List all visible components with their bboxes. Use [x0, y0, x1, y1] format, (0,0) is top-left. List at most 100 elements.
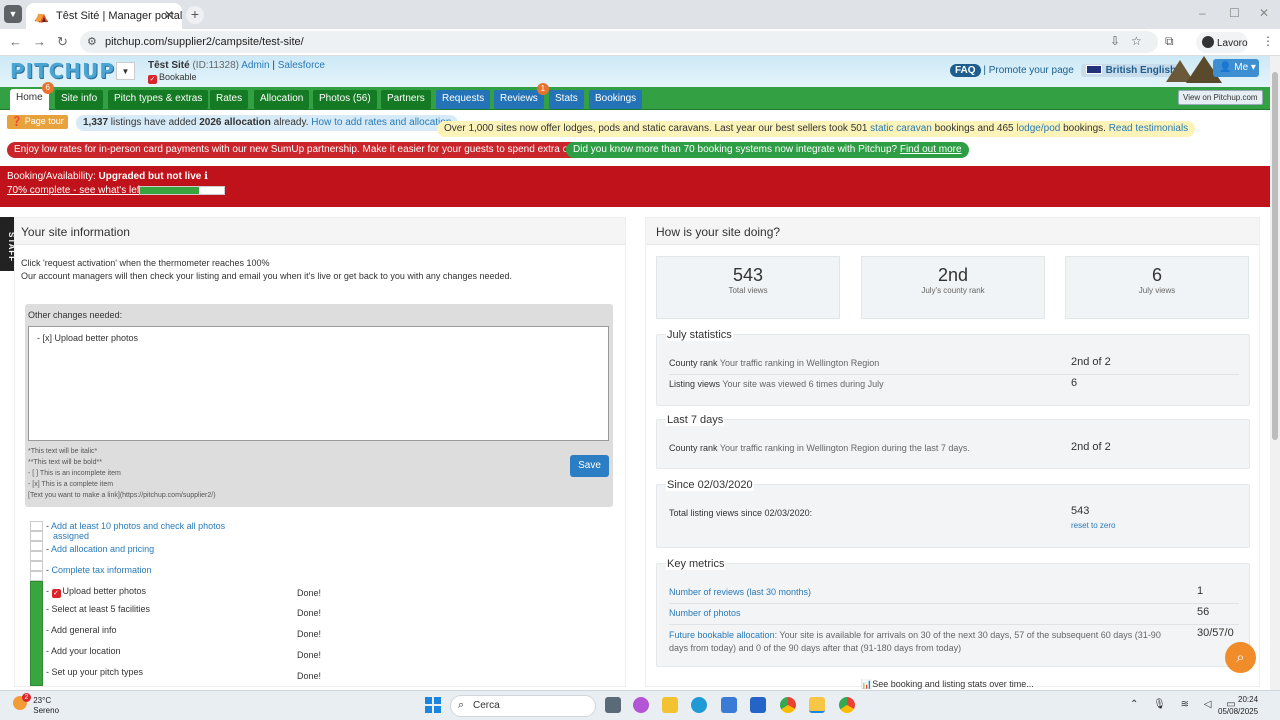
scrollbar-thumb[interactable]	[1272, 72, 1278, 440]
reviews-metric-link[interactable]: Number of reviews (last 30 months)	[669, 587, 811, 597]
future-allocation-link[interactable]: Future bookable allocation	[669, 630, 775, 640]
checklist-item[interactable]: - Add allocation and pricing	[46, 544, 154, 554]
edge-icon[interactable]	[691, 697, 707, 713]
profile-button[interactable]: Lavoro	[1196, 32, 1248, 53]
checklist-label: Upload better photos	[62, 586, 147, 596]
tab-reviews[interactable]: Reviews 1	[494, 83, 549, 109]
close-window-icon[interactable]: ✕	[1259, 6, 1269, 20]
tab-requests[interactable]: Requests	[436, 90, 491, 109]
july-views-value: 6	[1071, 377, 1078, 389]
tab-photos[interactable]: Photos (56)	[313, 90, 377, 109]
changes-textarea[interactable]: - [x] Upload better photos	[28, 326, 609, 441]
reload-icon[interactable]: ↻	[57, 34, 68, 50]
chrome-icon[interactable]	[780, 697, 796, 713]
user-menu-button[interactable]: 👤 Me ▾	[1213, 59, 1259, 77]
avatar	[1202, 36, 1214, 48]
stat-label: Total views	[728, 286, 768, 295]
task-view-icon[interactable]	[605, 697, 621, 713]
checklist-label: Add at least 10 photos and check all pho…	[51, 521, 226, 531]
row-label: Listing views	[669, 379, 721, 389]
checkbox-checked-icon: ✓	[148, 75, 157, 84]
tab-pitch-types[interactable]: Pitch types & extras	[108, 90, 209, 109]
testimonials-link[interactable]: Read testimonials	[1109, 123, 1188, 134]
page-tour-button[interactable]: ❓ Page tour	[7, 115, 68, 129]
search-fab-button[interactable]: ⌕	[1225, 642, 1256, 673]
address-bar[interactable]: ⚙ pitchup.com/supplier2/campsite/test-si…	[80, 31, 1158, 53]
bookmark-star-icon[interactable]: ☆	[1131, 34, 1142, 48]
copilot-icon[interactable]	[633, 697, 649, 713]
photos-metric-link[interactable]: Number of photos	[669, 608, 741, 618]
store-icon[interactable]	[721, 697, 737, 713]
row-label: County rank	[669, 358, 718, 368]
instructions: Click 'request activation' when the ther…	[21, 257, 512, 283]
key-metrics-section: Key metrics Number of reviews (last 30 m…	[656, 558, 1250, 667]
faq-button[interactable]: FAQ	[950, 64, 981, 77]
checklist-label-cont: assigned	[53, 531, 90, 541]
weather-widget[interactable]: 23°C Sereno 2	[13, 693, 60, 716]
thermometer-segment	[30, 571, 43, 581]
back-icon[interactable]: ←	[9, 34, 22, 49]
since-views-value: 543	[1071, 505, 1090, 517]
save-button[interactable]: Save	[570, 455, 609, 477]
windows-start-icon[interactable]	[425, 697, 441, 713]
row-description-cont: days from today) and 0 of the 90 days af…	[669, 643, 962, 653]
bookable-flag: ✓ Bookable	[148, 72, 197, 84]
tab-site-info[interactable]: Site info	[55, 90, 104, 109]
row-description: Your traffic ranking in Wellington Regio…	[717, 358, 880, 368]
find-out-more-link[interactable]: Find out more	[900, 144, 962, 155]
outlook-icon[interactable]	[750, 697, 766, 713]
site-info-icon[interactable]: ⚙	[87, 35, 97, 48]
tab-search-icon[interactable]: ▼	[4, 5, 22, 23]
checklist: - Add at least 10 photos and check all p…	[29, 518, 329, 688]
browser-tab-bar: ▼ ⛺ Têst Sité | Manager portal | Pitc ✕ …	[0, 0, 1280, 29]
page-scrollbar[interactable]	[1270, 56, 1280, 690]
taskbar-search[interactable]: ⌕ Cerca	[450, 695, 596, 717]
help-line: **This text will be bold**	[28, 459, 102, 466]
tab-rates[interactable]: Rates	[210, 90, 249, 109]
file-explorer-icon[interactable]	[662, 697, 678, 713]
lodges-text-3: bookings.	[1060, 123, 1109, 134]
weather-label: Sereno	[33, 706, 60, 715]
panel-title: Your site information	[15, 218, 625, 245]
lodge-pod-link[interactable]: lodge/pod	[1016, 123, 1060, 134]
static-caravan-link[interactable]: static caravan	[870, 123, 932, 134]
reset-to-zero-link[interactable]: reset to zero	[1071, 521, 1115, 530]
info-icon[interactable]: ℹ	[204, 171, 208, 182]
promote-link[interactable]: Promote your page	[989, 65, 1074, 76]
salesforce-link[interactable]: Salesforce	[278, 60, 325, 71]
forward-icon[interactable]: →	[33, 34, 46, 49]
since-section: Since 02/03/2020 Total listing views sin…	[656, 479, 1250, 548]
help-line: [Text you want to make a link](https://p…	[28, 492, 216, 499]
minimize-icon[interactable]: –	[1199, 6, 1206, 20]
see-stats-link[interactable]: 📊See booking and listing stats over time…	[861, 679, 1034, 690]
pitchup-logo[interactable]: PITCHUP	[10, 59, 115, 83]
tab-home[interactable]: Home 6	[10, 82, 54, 110]
close-tab-icon[interactable]: ✕	[164, 8, 174, 22]
view-on-pitchup-button[interactable]: View on Pitchup.com	[1178, 90, 1263, 105]
browser-menu-icon[interactable]: ⋮	[1262, 34, 1274, 48]
site-header: PITCHUP ▼ Têst Sité (ID:11328) Admin | S…	[0, 56, 1270, 87]
tab-partners[interactable]: Partners	[381, 90, 431, 109]
tab-allocation[interactable]: Allocation	[254, 90, 310, 109]
stat-card-total-views: 543 Total views	[656, 256, 840, 319]
checklist-item: - Add general info	[46, 625, 117, 635]
sticky-notes-icon[interactable]	[809, 697, 825, 713]
system-clock[interactable]: 20:24 05/08/2025	[1218, 694, 1258, 718]
rates-allocation-link[interactable]: How to add rates and allocation	[311, 117, 451, 128]
new-tab-button[interactable]: +	[186, 6, 204, 24]
chrome-profile-icon[interactable]	[839, 697, 855, 713]
july-views-row: Listing views Your site was viewed 6 tim…	[669, 379, 884, 389]
install-icon[interactable]: ⇩	[1110, 34, 1120, 48]
checklist-item[interactable]: - Add at least 10 photos and check all p…	[46, 521, 225, 541]
admin-link[interactable]: Admin	[241, 60, 269, 71]
done-label: Done!	[297, 650, 322, 660]
browser-tab[interactable]: ⛺ Têst Sité | Manager portal | Pitc ✕	[26, 3, 182, 29]
tab-stats[interactable]: Stats	[549, 90, 584, 109]
tab-bookings[interactable]: Bookings	[589, 90, 643, 109]
site-switcher-dropdown[interactable]: ▼	[116, 62, 135, 80]
extensions-icon[interactable]: ⧉	[1165, 34, 1174, 49]
progress-link[interactable]: 70% complete - see what's left	[7, 185, 142, 196]
checklist-item[interactable]: - Complete tax information	[46, 565, 152, 575]
thermometer-segment	[30, 521, 43, 531]
maximize-icon[interactable]: ☐	[1229, 6, 1240, 20]
